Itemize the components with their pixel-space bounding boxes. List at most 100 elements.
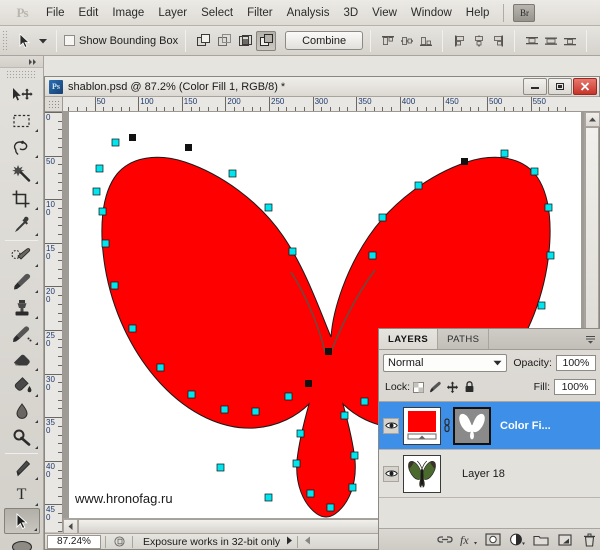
tool-eraser[interactable] bbox=[4, 347, 40, 373]
toolbox-grip[interactable] bbox=[6, 70, 37, 79]
layer-name[interactable]: Layer 18 bbox=[441, 468, 505, 480]
distribute-bottom-edges-button[interactable] bbox=[560, 31, 579, 51]
tab-paths[interactable]: PATHS bbox=[438, 329, 490, 349]
lock-image-pixels-icon[interactable] bbox=[427, 379, 444, 395]
tool-lasso[interactable] bbox=[4, 134, 40, 160]
ruler-label: 300 bbox=[314, 97, 328, 106]
tool-eyedropper[interactable] bbox=[4, 212, 40, 238]
tool-clone-stamp[interactable] bbox=[4, 295, 40, 321]
layer-thumbnail[interactable] bbox=[403, 406, 441, 445]
tab-layers[interactable]: LAYERS bbox=[379, 329, 439, 349]
tool-blur[interactable] bbox=[4, 399, 40, 425]
fill-field[interactable]: 100% bbox=[554, 379, 596, 395]
tool-move[interactable] bbox=[4, 82, 40, 108]
distribute-top-edges-button[interactable] bbox=[522, 31, 541, 51]
table-row[interactable]: Layer 18 bbox=[379, 450, 600, 498]
tool-history-brush[interactable] bbox=[4, 321, 40, 347]
new-layer-icon[interactable] bbox=[553, 530, 577, 550]
align-top-edges-button[interactable] bbox=[378, 31, 397, 51]
align-right-edges-button[interactable] bbox=[488, 31, 507, 51]
status-divider-2 bbox=[132, 535, 133, 548]
menu-help[interactable]: Help bbox=[459, 4, 497, 22]
tool-ellipse-shape[interactable] bbox=[4, 534, 40, 550]
exclude-overlapping-shape-areas-button[interactable] bbox=[256, 30, 277, 51]
add-layer-mask-icon[interactable] bbox=[481, 530, 505, 550]
scroll-left-button[interactable] bbox=[63, 519, 78, 534]
menu-window[interactable]: Window bbox=[404, 4, 459, 22]
tool-spot-healing-brush[interactable] bbox=[4, 243, 40, 269]
status-expand-arrow-icon[interactable] bbox=[286, 536, 293, 548]
flyout-triangle-icon bbox=[34, 316, 38, 319]
tool-brush[interactable] bbox=[4, 269, 40, 295]
align-bottom-edges-button[interactable] bbox=[416, 31, 435, 51]
blend-mode-select[interactable]: Normal bbox=[383, 354, 508, 372]
layer-list[interactable]: Color Fi... Layer 18 bbox=[379, 401, 600, 529]
tool-rectangular-marquee[interactable] bbox=[4, 108, 40, 134]
document-info-icon[interactable] bbox=[110, 536, 128, 547]
lock-transparent-pixels-icon[interactable] bbox=[410, 379, 427, 395]
new-adjustment-layer-icon[interactable] bbox=[505, 530, 529, 550]
ruler-label: 450 bbox=[445, 97, 459, 106]
subtract-from-shape-area-button[interactable] bbox=[214, 31, 234, 51]
launch-bridge-button[interactable]: Br bbox=[513, 3, 536, 22]
tool-paint-bucket[interactable] bbox=[4, 373, 40, 399]
show-bounding-box-option[interactable]: Show Bounding Box bbox=[64, 35, 178, 47]
layer-visibility-toggle[interactable] bbox=[379, 417, 403, 434]
menu-view[interactable]: View bbox=[365, 4, 404, 22]
menu-analysis[interactable]: Analysis bbox=[280, 4, 337, 22]
menu-image[interactable]: Image bbox=[105, 4, 151, 22]
panel-tab-bar: LAYERS PATHS bbox=[379, 329, 600, 350]
tool-preset-chevron-down-icon[interactable] bbox=[37, 30, 49, 52]
align-horizontal-centers-button[interactable] bbox=[469, 31, 488, 51]
vertical-ruler[interactable]: 0 50 100 150 200 250 300 350 400 450 bbox=[45, 112, 63, 532]
distribute-vertical-centers-button[interactable] bbox=[541, 31, 560, 51]
close-button[interactable] bbox=[573, 77, 597, 95]
combine-button[interactable]: Combine bbox=[285, 31, 364, 50]
options-bar-grip[interactable] bbox=[2, 29, 9, 52]
menu-file[interactable]: File bbox=[39, 4, 72, 22]
menu-3d[interactable]: 3D bbox=[336, 4, 365, 22]
status-collapse-arrow-icon[interactable] bbox=[304, 536, 311, 548]
align-vertical-centers-button[interactable] bbox=[397, 31, 416, 51]
minimize-button[interactable] bbox=[523, 77, 547, 95]
layer-visibility-toggle[interactable] bbox=[379, 465, 403, 482]
new-group-icon[interactable] bbox=[529, 530, 553, 550]
layer-link-icon[interactable] bbox=[441, 418, 453, 433]
add-layer-style-icon[interactable]: fx bbox=[457, 530, 481, 550]
lock-position-icon[interactable] bbox=[444, 379, 461, 395]
menu-layer[interactable]: Layer bbox=[151, 4, 194, 22]
layer-name[interactable]: Color Fi... bbox=[491, 420, 551, 432]
tool-crop[interactable] bbox=[4, 186, 40, 212]
tool-dodge[interactable] bbox=[4, 425, 40, 451]
link-layers-icon[interactable] bbox=[433, 530, 457, 550]
align-left-edges-button[interactable] bbox=[450, 31, 469, 51]
lock-all-icon[interactable] bbox=[461, 379, 478, 395]
layer-thumbnail[interactable] bbox=[403, 454, 441, 493]
zoom-level-field[interactable]: 87.24% bbox=[47, 534, 101, 549]
document-title-bar[interactable]: Ps shablon.psd @ 87.2% (Color Fill 1, RG… bbox=[45, 77, 599, 97]
tool-pen[interactable] bbox=[4, 456, 40, 482]
restore-button[interactable] bbox=[548, 77, 572, 95]
menu-filter[interactable]: Filter bbox=[240, 4, 280, 22]
show-bounding-box-checkbox[interactable] bbox=[64, 35, 75, 46]
menu-select[interactable]: Select bbox=[194, 4, 240, 22]
toolbox-collapse-button[interactable] bbox=[0, 56, 43, 68]
toolbox: T bbox=[0, 56, 44, 550]
panel-menu-icon[interactable] bbox=[583, 332, 597, 346]
opacity-field[interactable]: 100% bbox=[555, 355, 596, 371]
tool-path-selection[interactable] bbox=[3, 508, 40, 534]
menu-edit[interactable]: Edit bbox=[72, 4, 106, 22]
layers-panel-footer: fx bbox=[379, 528, 600, 550]
active-tool-icon[interactable] bbox=[13, 30, 37, 52]
tool-magic-wand[interactable] bbox=[4, 160, 40, 186]
layer-vector-mask-thumbnail[interactable] bbox=[453, 406, 491, 445]
ruler-origin-corner[interactable] bbox=[45, 97, 63, 112]
ruler-label: 300 bbox=[46, 374, 55, 392]
intersect-shape-areas-button[interactable] bbox=[235, 31, 255, 51]
delete-layer-icon[interactable] bbox=[577, 530, 600, 550]
tool-horizontal-type[interactable]: T bbox=[4, 482, 40, 508]
scroll-up-button[interactable] bbox=[585, 112, 600, 127]
add-to-shape-area-button[interactable] bbox=[193, 31, 213, 51]
horizontal-ruler[interactable]: 050100150200250300350400450500550 bbox=[45, 97, 600, 112]
table-row[interactable]: Color Fi... bbox=[379, 402, 600, 450]
